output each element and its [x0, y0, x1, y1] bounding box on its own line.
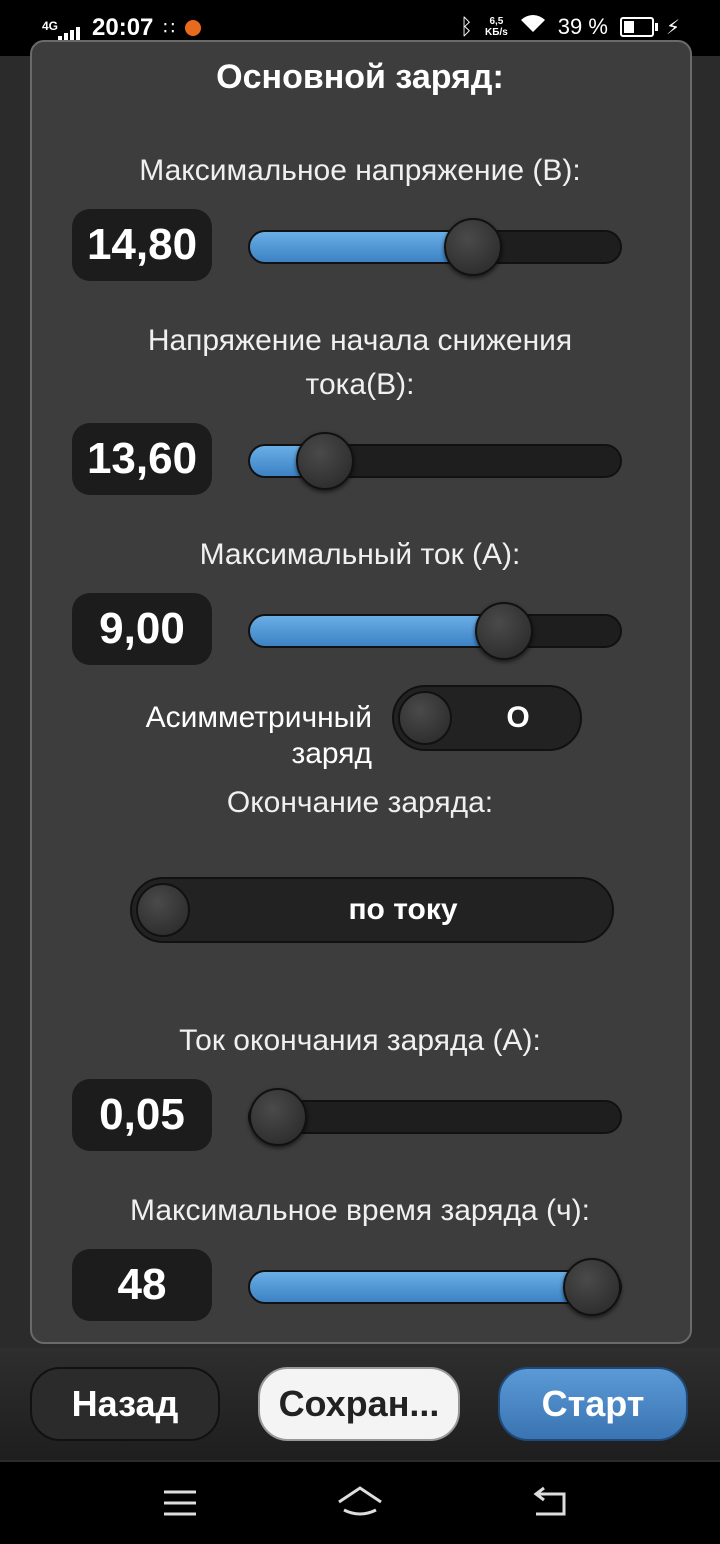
max-current-label: Максимальный ток (А):: [199, 538, 521, 571]
app-notification-icon: [184, 20, 201, 36]
network-type: 4G: [42, 19, 59, 33]
bluetooth-icon: ᛒ: [459, 14, 474, 39]
cast-icon: ∷: [163, 17, 175, 38]
max-time-slider[interactable]: [248, 1258, 622, 1316]
back-nav-icon[interactable]: [530, 1486, 570, 1525]
slider-thumb[interactable]: [296, 432, 355, 490]
wifi-icon: [520, 14, 546, 40]
network-speed: 6,5 KБ/s: [485, 16, 508, 38]
end-current-value: 0,05: [72, 1079, 212, 1151]
battery-percent: 39 %: [557, 14, 608, 39]
section-title: Основной заряд:: [216, 58, 504, 96]
max-current-slider[interactable]: [248, 602, 622, 660]
battery-icon: [619, 17, 658, 37]
max-voltage-value: 14,80: [72, 209, 212, 281]
slider-thumb[interactable]: [563, 1258, 621, 1316]
asymmetric-charge-toggle[interactable]: О: [392, 685, 582, 751]
end-current-slider[interactable]: [248, 1088, 622, 1146]
toggle-knob: [136, 883, 190, 937]
charge-end-mode-text: по току: [348, 893, 458, 926]
charge-end-label: Окончание заряда:: [226, 786, 494, 819]
start-button[interactable]: Старт: [498, 1367, 688, 1441]
signal-icon: 4G: [42, 15, 82, 41]
toggle-knob: [398, 691, 452, 745]
menu-icon[interactable]: [162, 1488, 198, 1523]
save-button[interactable]: Сохран...: [258, 1367, 460, 1441]
system-nav-bar: [0, 1462, 720, 1544]
slider-thumb[interactable]: [475, 602, 534, 660]
decline-voltage-value: 13,60: [72, 423, 212, 495]
max-current-value: 9,00: [72, 593, 212, 665]
charging-icon: ⚡: [665, 16, 680, 39]
end-current-label: Ток окончания заряда (А):: [179, 1024, 541, 1057]
charge-end-mode-toggle[interactable]: по току: [130, 877, 614, 943]
slider-fill: [250, 616, 507, 646]
slider-fill: [250, 232, 475, 262]
decline-voltage-label-line2: тока(В):: [305, 368, 415, 401]
max-voltage-slider[interactable]: [248, 218, 622, 276]
decline-voltage-label-line1: Напряжение начала снижения: [147, 324, 573, 357]
decline-voltage-slider[interactable]: [248, 432, 622, 490]
slider-thumb[interactable]: [443, 218, 502, 276]
max-voltage-label: Максимальное напряжение (В):: [139, 154, 581, 187]
slider-fill: [250, 1272, 594, 1302]
max-time-value: 48: [72, 1249, 212, 1321]
back-button[interactable]: Назад: [30, 1367, 220, 1441]
clock: 20:07: [92, 14, 154, 41]
home-icon[interactable]: [336, 1484, 384, 1525]
slider-thumb[interactable]: [249, 1088, 307, 1146]
toggle-state-text: О: [506, 701, 530, 734]
asymmetric-charge-label: Асимметричный заряд: [145, 701, 372, 770]
max-time-label: Максимальное время заряда (ч):: [130, 1194, 590, 1227]
